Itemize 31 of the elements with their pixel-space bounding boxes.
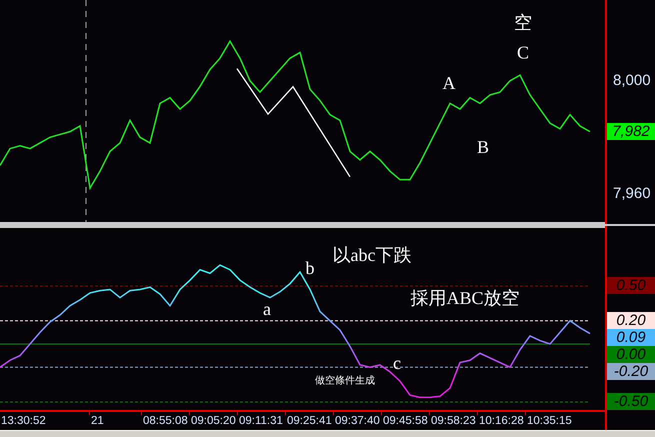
time-label: 09:11:31 xyxy=(239,414,283,428)
level-badge: 0.00 xyxy=(607,346,655,363)
level-badge: -0.20 xyxy=(607,362,655,380)
time-label: 09:58:23 xyxy=(431,414,476,428)
time-label: 13:30:52 xyxy=(1,414,46,428)
time-label: 09:05:20 xyxy=(191,414,236,428)
annotation-text: 以abc下跌 xyxy=(332,245,412,265)
time-label: 10:35:15 xyxy=(527,414,572,428)
level-badge: 0.50 xyxy=(607,276,655,294)
annotation-text: 採用ABC放空 xyxy=(410,288,520,308)
level-badge: 0.20 xyxy=(607,312,655,329)
annotation-text: C xyxy=(517,42,529,63)
time-label: 09:25:41 xyxy=(287,414,332,428)
time-label: 10:16:28 xyxy=(479,414,524,428)
annotation-text: 做空條件生成 xyxy=(315,376,375,387)
annotation-text: 空 xyxy=(514,12,532,32)
axis-label: 8,000 xyxy=(613,72,651,90)
annotation-text: b xyxy=(306,258,314,278)
value-tag: 0.09 xyxy=(607,328,655,346)
time-label: 21 xyxy=(91,414,104,428)
price-tag: 7,982 xyxy=(607,122,655,140)
scrollbar[interactable] xyxy=(0,430,655,437)
time-label: 09:45:58 xyxy=(383,414,428,428)
annotation-text: B xyxy=(477,137,489,158)
annotation-text: A xyxy=(442,72,456,93)
time-label: 08:55:08 xyxy=(143,414,188,428)
time-label: 09:37:40 xyxy=(335,414,380,428)
annotation-text: c xyxy=(393,353,401,374)
annotation-text: a xyxy=(263,298,271,319)
level-badge: -0.50 xyxy=(607,393,655,410)
axis-label: 7,960 xyxy=(613,184,651,203)
